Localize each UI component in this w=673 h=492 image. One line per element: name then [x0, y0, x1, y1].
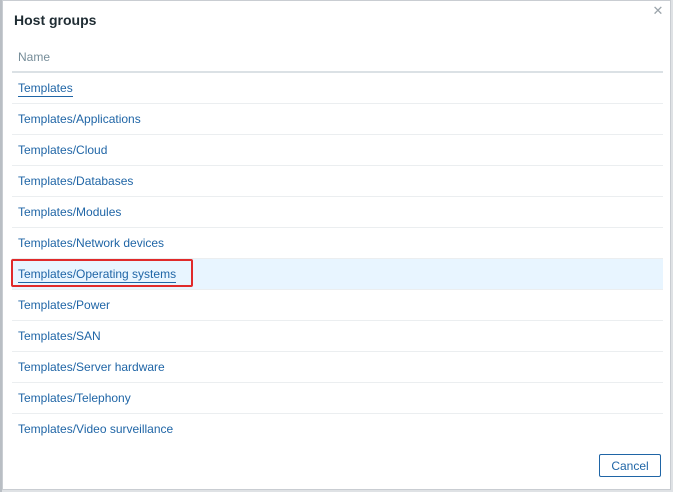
host-group-link[interactable]: Templates/Network devices [18, 236, 164, 250]
table-row: Templates/Server hardware [12, 352, 663, 383]
host-group-link[interactable]: Templates/Video surveillance [18, 422, 173, 436]
dialog-title: Host groups [14, 12, 97, 28]
table-row: Templates/Power [12, 290, 663, 321]
host-group-link[interactable]: Templates/Server hardware [18, 360, 165, 374]
host-group-link[interactable]: Templates/Databases [18, 174, 133, 188]
host-groups-table: Name Templates Templates/Applications Te… [11, 41, 663, 445]
table-row-selected: Templates/Operating systems [11, 259, 663, 290]
host-group-link[interactable]: Templates/Power [18, 298, 110, 312]
cancel-button[interactable]: Cancel [599, 454, 661, 477]
table-row: Templates/Databases [12, 166, 663, 197]
table-row: Templates/Telephony [12, 383, 663, 414]
host-group-link[interactable]: Templates/Modules [18, 205, 121, 219]
table-row: Templates/Cloud [12, 135, 663, 166]
host-group-link[interactable]: Templates/SAN [18, 329, 101, 343]
table-row: Templates [12, 73, 663, 104]
table-row: Templates/Video surveillance [12, 414, 663, 445]
close-icon[interactable]: ✕ [651, 4, 665, 18]
host-group-link[interactable]: Templates [18, 81, 73, 97]
host-group-link[interactable]: Templates/Applications [18, 112, 141, 126]
host-group-link[interactable]: Templates/Operating systems [18, 267, 177, 283]
table-row: Templates/Modules [12, 197, 663, 228]
host-group-link[interactable]: Templates/Cloud [18, 143, 107, 157]
host-group-link[interactable]: Templates/Telephony [18, 391, 131, 405]
table-row: Templates/Network devices [12, 228, 663, 259]
table-row: Templates/SAN [12, 321, 663, 352]
column-header-name[interactable]: Name [12, 41, 663, 73]
host-groups-dialog: Host groups ✕ Name Templates Templates/A… [2, 0, 671, 490]
table-row: Templates/Applications [12, 104, 663, 135]
